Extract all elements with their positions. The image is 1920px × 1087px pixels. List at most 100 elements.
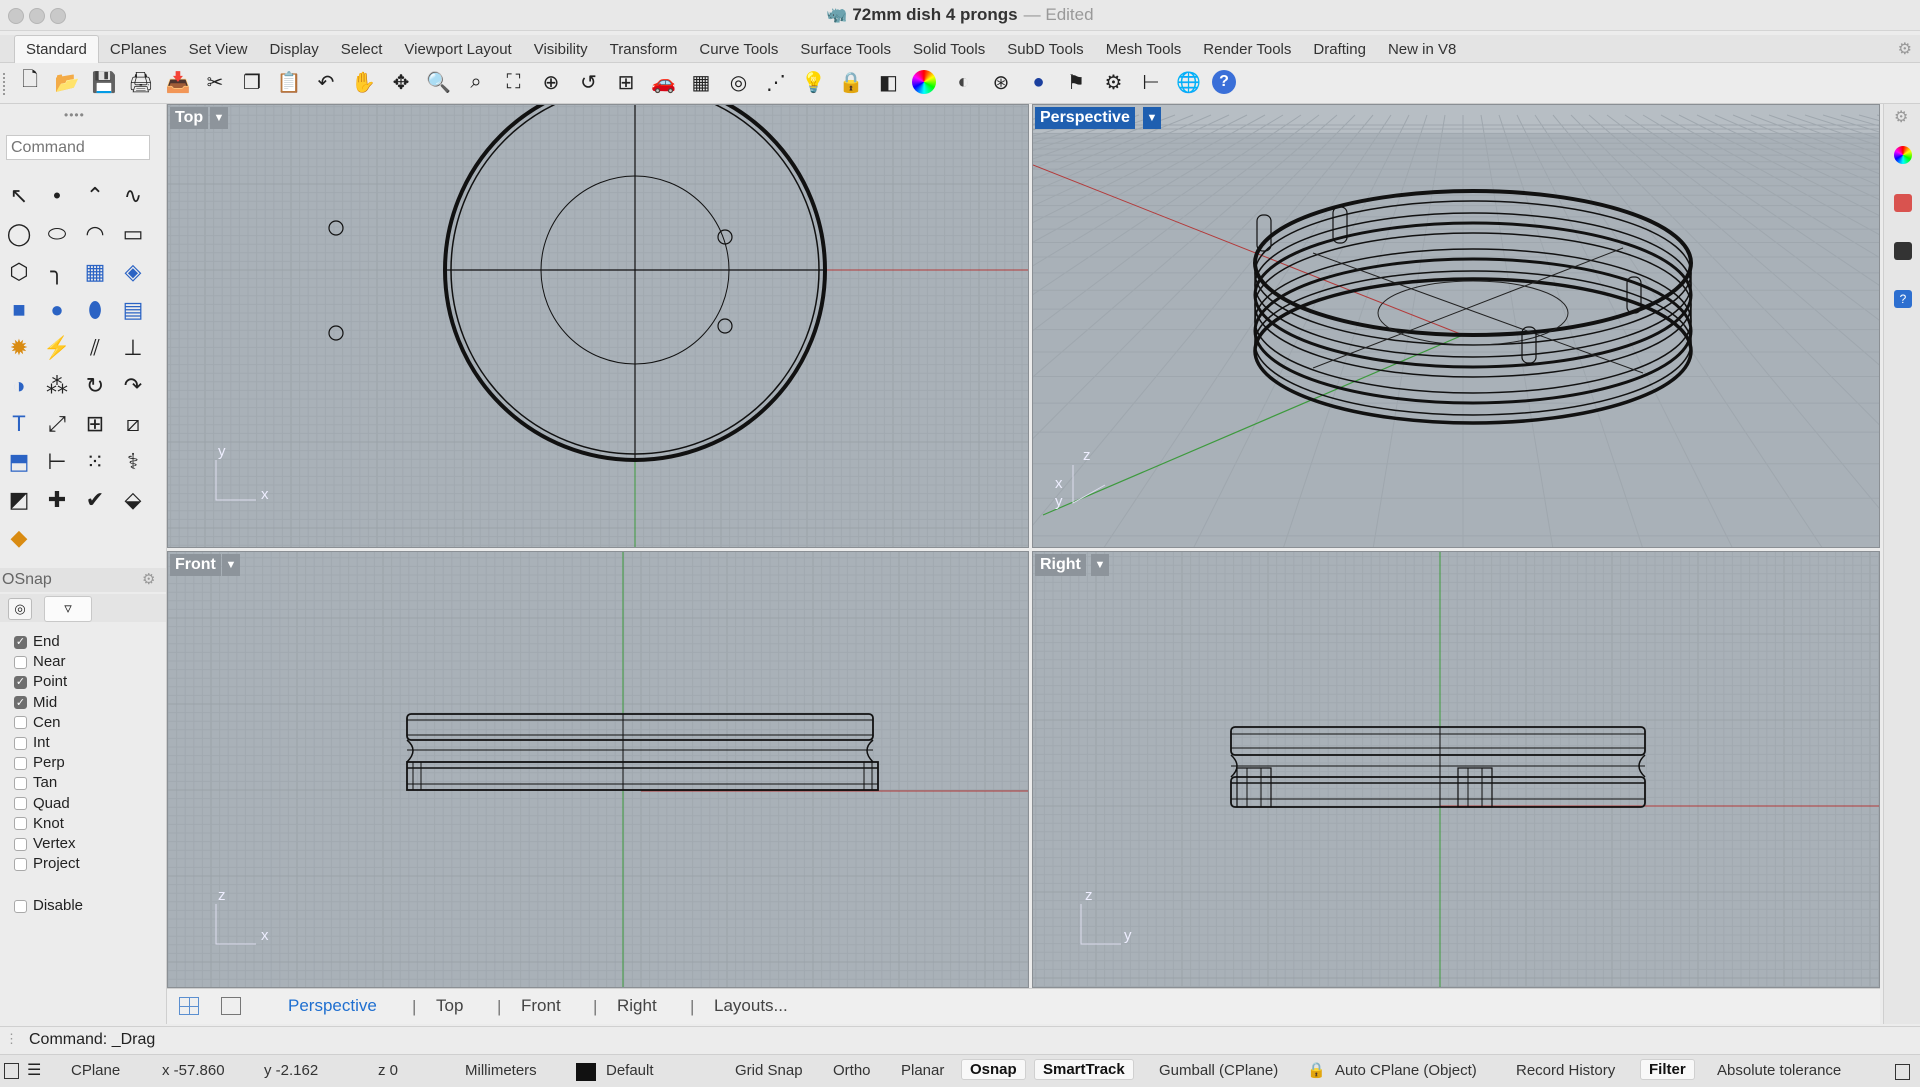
tab-mesh-tools[interactable]: Mesh Tools — [1095, 36, 1193, 63]
view-tab-right[interactable]: Right — [617, 996, 657, 1016]
layers-panel-icon[interactable] — [1894, 194, 1912, 212]
viewport-menu-perspective-icon[interactable]: ▼ — [1143, 107, 1161, 129]
osnap-knot[interactable]: Knot — [14, 814, 64, 834]
zoom-icon[interactable]: 🔍 — [425, 68, 453, 96]
rendered-sphere-icon[interactable]: ◐ — [950, 68, 978, 96]
mirror-icon[interactable]: ⧄ — [117, 408, 149, 440]
zoom-extents-icon[interactable]: ⛶ — [500, 68, 528, 96]
osnap-point-checkbox[interactable]: ✓ — [14, 675, 27, 689]
view-tab-perspective[interactable]: Perspective — [288, 996, 377, 1016]
tab-viewport-layout[interactable]: Viewport Layout — [393, 36, 522, 63]
pan-icon[interactable]: ✋ — [350, 68, 378, 96]
rhino-globe-icon[interactable]: 🌐 — [1175, 68, 1203, 96]
viewport-perspective[interactable]: Perspective ▼ z x y — [1032, 104, 1880, 548]
osnap-end-checkbox[interactable]: ✓ — [14, 635, 27, 649]
viewport-menu-front-icon[interactable]: ▼ — [222, 554, 240, 576]
select-arrow-icon[interactable]: ↖ — [3, 180, 35, 212]
wireframe-sphere-icon[interactable]: ⊛ — [987, 68, 1015, 96]
status-filter[interactable]: Filter — [1640, 1059, 1695, 1080]
print-icon[interactable]: 🖨 — [127, 68, 155, 96]
osnap-tan-checkbox[interactable] — [14, 776, 27, 790]
view-tab-front[interactable]: Front — [521, 996, 561, 1016]
render-icon[interactable]: ● — [1025, 68, 1053, 96]
status-record-history[interactable]: Record History — [1516, 1062, 1615, 1079]
status-units[interactable]: Millimeters — [465, 1062, 537, 1079]
tab-drafting[interactable]: Drafting — [1302, 36, 1377, 63]
save-icon[interactable]: 💾 — [90, 68, 118, 96]
osnap-int-checkbox[interactable] — [14, 736, 27, 750]
new-icon[interactable]: 🗋 — [16, 68, 44, 96]
lock-icon[interactable]: 🔒 — [837, 68, 865, 96]
rotate-icon[interactable]: ↻ — [79, 370, 111, 402]
four-viewports-icon[interactable]: ⊞ — [612, 68, 640, 96]
osnap-vertex[interactable]: Vertex — [14, 834, 76, 854]
options-gear-icon[interactable]: ⚙ — [1100, 68, 1128, 96]
trim-icon[interactable]: ⚡ — [41, 332, 73, 364]
open-icon[interactable]: 📂 — [53, 68, 81, 96]
viewport-title-right[interactable]: Right — [1035, 554, 1086, 576]
explode-icon[interactable]: ✹ — [3, 332, 35, 364]
osnap-quad[interactable]: Quad — [14, 794, 70, 814]
properties-color-icon[interactable] — [1894, 146, 1912, 164]
osnap-filter-icon[interactable]: ▿ — [44, 596, 92, 622]
viewport-title-front[interactable]: Front — [170, 554, 221, 576]
group-icon[interactable]: ⁂ — [41, 370, 73, 402]
select-points-icon[interactable]: ⋰ — [762, 68, 790, 96]
scale-icon[interactable]: ⤢ — [41, 408, 73, 440]
osnap-mid[interactable]: ✓ Mid — [14, 693, 57, 713]
osnap-cen[interactable]: Cen — [14, 713, 61, 733]
sphere-icon[interactable]: ● — [41, 294, 73, 326]
light-icon[interactable]: 💡 — [800, 68, 828, 96]
polygon-icon[interactable]: ⬡ — [3, 256, 35, 288]
status-auto-cplane[interactable]: Auto CPlane (Object) — [1335, 1062, 1477, 1079]
top-view-canvas[interactable] — [168, 105, 1029, 548]
viewport-front[interactable]: Front ▼ z x — [167, 551, 1029, 988]
mesh-icon[interactable]: ▤ — [117, 294, 149, 326]
rotate-view-icon[interactable]: ✥ — [387, 68, 415, 96]
osnap-perp-checkbox[interactable] — [14, 756, 27, 770]
tab-display[interactable]: Display — [259, 36, 330, 63]
toolbar-grip[interactable] — [3, 73, 9, 95]
copy-icon[interactable]: ❐ — [238, 68, 266, 96]
status-layer[interactable]: Default — [606, 1062, 654, 1079]
status-planar[interactable]: Planar — [901, 1062, 944, 1079]
view-tab-top[interactable]: Top — [436, 996, 463, 1016]
tab-transform[interactable]: Transform — [599, 36, 689, 63]
layer-tool-icon[interactable]: ◆ — [3, 522, 35, 554]
osnap-near[interactable]: Near — [14, 652, 66, 672]
sidebar-toggle-icon[interactable] — [4, 1063, 19, 1079]
osnap-project-checkbox[interactable] — [14, 857, 27, 871]
ellipse-icon[interactable]: ⬭ — [41, 218, 73, 250]
viewport-top[interactable]: Top ▼ y x — [167, 104, 1029, 548]
osnap-tan[interactable]: Tan — [14, 773, 57, 793]
osnap-point[interactable]: ✓ Point — [14, 672, 67, 692]
osnap-cen-checkbox[interactable] — [14, 716, 27, 730]
osnap-icon[interactable]: ◎ — [725, 68, 753, 96]
color-wheel-icon[interactable] — [912, 70, 936, 94]
osnap-int[interactable]: Int — [14, 733, 50, 753]
boolean-icon[interactable]: ◑ — [3, 370, 35, 402]
surface-edit-icon[interactable]: ◈ — [117, 256, 149, 288]
osnap-disable-checkbox[interactable] — [14, 899, 27, 913]
tab-visibility[interactable]: Visibility — [523, 36, 599, 63]
gumball-icon[interactable]: ✚ — [41, 484, 73, 516]
tab-curve-tools[interactable]: Curve Tools — [688, 36, 789, 63]
zoom-window-icon[interactable]: ⌕ — [462, 68, 490, 96]
help-icon[interactable]: ? — [1212, 70, 1236, 94]
join-icon[interactable]: ⊥ — [117, 332, 149, 364]
arc-icon[interactable]: ◠ — [79, 218, 111, 250]
status-tolerance[interactable]: Absolute tolerance — [1717, 1062, 1841, 1079]
tab-new-in-v8[interactable]: New in V8 — [1377, 36, 1467, 63]
tab-cplanes[interactable]: CPlanes — [99, 36, 178, 63]
viewport-right[interactable]: Right ▼ z y — [1032, 551, 1880, 988]
circle-icon[interactable]: ◯ — [3, 218, 35, 250]
view-tab-layouts[interactable]: Layouts... — [714, 996, 788, 1016]
tab-subd-tools[interactable]: SubD Tools — [996, 36, 1094, 63]
tabs-gear-icon[interactable]: ⚙ — [1898, 39, 1912, 59]
tab-surface-tools[interactable]: Surface Tools — [789, 36, 902, 63]
viewport-menu-right-icon[interactable]: ▼ — [1091, 554, 1109, 576]
osnap-disable[interactable]: Disable — [14, 896, 83, 916]
zoom-selected-icon[interactable]: ⊕ — [537, 68, 565, 96]
grid-array-icon[interactable]: ⁙ — [79, 446, 111, 478]
box-icon[interactable]: ■ — [3, 294, 35, 326]
